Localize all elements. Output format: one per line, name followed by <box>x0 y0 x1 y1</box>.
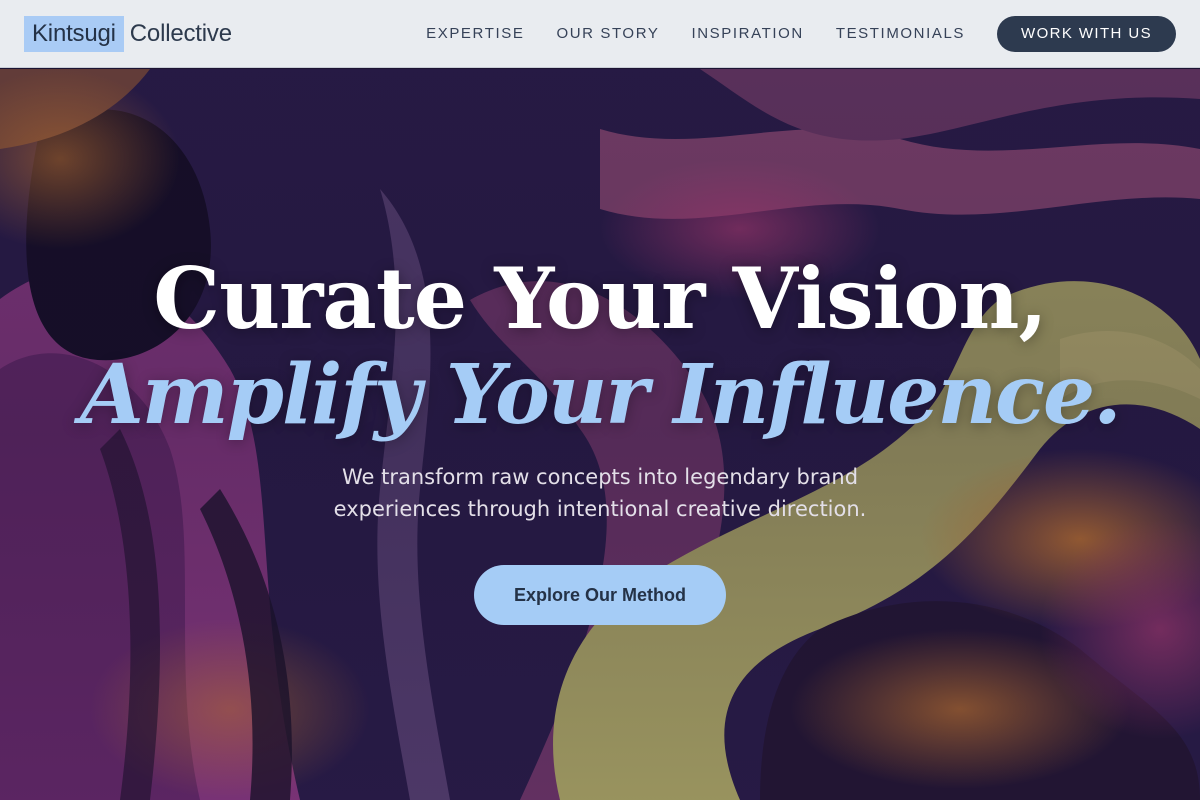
site-header: Kintsugi Collective EXPERTISE OUR STORY … <box>0 0 1200 68</box>
hero-subheadline: We transform raw concepts into legendary… <box>333 465 867 521</box>
nav-link-inspiration[interactable]: INSPIRATION <box>691 25 803 42</box>
explore-method-button[interactable]: Explore Our Method <box>473 565 726 625</box>
brand-logo-name: Collective <box>129 19 232 47</box>
work-with-us-button[interactable]: WORK WITH US <box>997 15 1176 52</box>
hero-section: Curate Your Vision, Amplify Your Influen… <box>0 69 1200 800</box>
hero-content: Curate Your Vision, Amplify Your Influen… <box>0 69 1200 800</box>
nav-link-expertise[interactable]: EXPERTISE <box>426 25 524 42</box>
hero-headline-accent: Amplify Your Influence. <box>80 347 1121 443</box>
hero-headline: Curate Your Vision, <box>153 249 1048 348</box>
brand-logo[interactable]: Kintsugi Collective <box>24 15 232 52</box>
main-nav: EXPERTISE OUR STORY INSPIRATION TESTIMON… <box>426 15 1176 52</box>
nav-link-testimonials[interactable]: TESTIMONIALS <box>836 25 965 42</box>
brand-logo-mark: Kintsugi <box>24 15 124 52</box>
nav-link-our-story[interactable]: OUR STORY <box>556 25 659 42</box>
